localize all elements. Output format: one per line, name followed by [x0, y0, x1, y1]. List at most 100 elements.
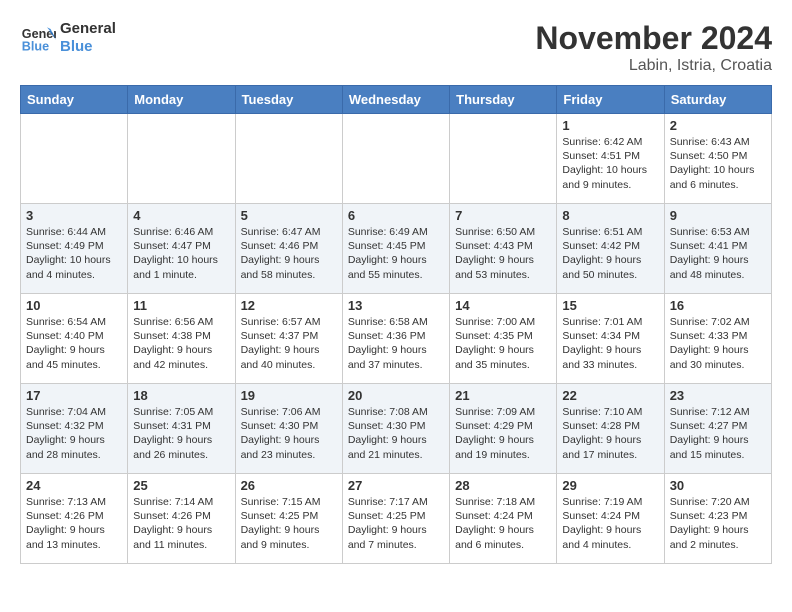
day-number: 13 — [348, 298, 444, 313]
day-number: 27 — [348, 478, 444, 493]
day-number: 23 — [670, 388, 766, 403]
month-title: November 2024 — [535, 20, 772, 57]
calendar-cell: 23 Sunrise: 7:12 AM Sunset: 4:27 PM Dayli… — [664, 384, 771, 474]
day-info: Sunrise: 7:05 AM Sunset: 4:31 PM Dayligh… — [133, 405, 229, 462]
day-number: 21 — [455, 388, 551, 403]
day-number: 3 — [26, 208, 122, 223]
day-info: Sunrise: 6:42 AM Sunset: 4:51 PM Dayligh… — [562, 135, 658, 192]
day-number: 12 — [241, 298, 337, 313]
day-number: 19 — [241, 388, 337, 403]
calendar-cell: 20Sunrise: 7:08 AM Sunset: 4:30 PM Dayli… — [342, 384, 449, 474]
day-number: 11 — [133, 298, 229, 313]
weekday-header-thursday: Thursday — [450, 86, 557, 114]
logo-line2: Blue — [60, 38, 116, 56]
day-info: Sunrise: 7:08 AM Sunset: 4:30 PM Dayligh… — [348, 405, 444, 462]
calendar-cell: 24Sunrise: 7:13 AM Sunset: 4:26 PM Dayli… — [21, 474, 128, 564]
calendar-cell — [450, 114, 557, 204]
calendar-week-3: 10 Sunrise: 6:54 AM Sunset: 4:40 PM Dayli… — [21, 294, 772, 384]
calendar-week-1: 1 Sunrise: 6:42 AM Sunset: 4:51 PM Daylig… — [21, 114, 772, 204]
calendar-cell: 13 Sunrise: 6:58 AM Sunset: 4:36 PM Dayli… — [342, 294, 449, 384]
calendar-cell: 17 Sunrise: 7:04 AM Sunset: 4:32 PM Dayli… — [21, 384, 128, 474]
weekday-header-saturday: Saturday — [664, 86, 771, 114]
calendar-cell: 12 Sunrise: 6:57 AM Sunset: 4:37 PM Dayli… — [235, 294, 342, 384]
calendar-cell — [128, 114, 235, 204]
calendar-cell: 4 Sunrise: 6:46 AM Sunset: 4:47 PM Daylig… — [128, 204, 235, 294]
calendar-cell: 29 Sunrise: 7:19 AM Sunset: 4:24 PM Dayli… — [557, 474, 664, 564]
day-info: Sunrise: 7:15 AM Sunset: 4:25 PM Dayligh… — [241, 495, 337, 552]
day-info: Sunrise: 7:14 AM Sunset: 4:26 PM Dayligh… — [133, 495, 229, 552]
calendar-cell: 6Sunrise: 6:49 AM Sunset: 4:45 PM Daylig… — [342, 204, 449, 294]
day-info: Sunrise: 6:44 AM Sunset: 4:49 PM Dayligh… — [26, 225, 122, 282]
calendar-cell: 27 Sunrise: 7:17 AM Sunset: 4:25 PM Dayli… — [342, 474, 449, 564]
day-info: Sunrise: 7:09 AM Sunset: 4:29 PM Dayligh… — [455, 405, 551, 462]
calendar-cell: 3 Sunrise: 6:44 AM Sunset: 4:49 PM Daylig… — [21, 204, 128, 294]
calendar-cell — [342, 114, 449, 204]
day-info: Sunrise: 7:12 AM Sunset: 4:27 PM Dayligh… — [670, 405, 766, 462]
calendar-cell: 11Sunrise: 6:56 AM Sunset: 4:38 PM Dayli… — [128, 294, 235, 384]
day-info: Sunrise: 7:01 AM Sunset: 4:34 PM Dayligh… — [562, 315, 658, 372]
day-number: 15 — [562, 298, 658, 313]
calendar-cell: 9 Sunrise: 6:53 AM Sunset: 4:41 PM Daylig… — [664, 204, 771, 294]
day-info: Sunrise: 6:47 AM Sunset: 4:46 PM Dayligh… — [241, 225, 337, 282]
day-number: 25 — [133, 478, 229, 493]
day-info: Sunrise: 6:57 AM Sunset: 4:37 PM Dayligh… — [241, 315, 337, 372]
day-number: 17 — [26, 388, 122, 403]
day-info: Sunrise: 7:13 AM Sunset: 4:26 PM Dayligh… — [26, 495, 122, 552]
calendar-cell: 15 Sunrise: 7:01 AM Sunset: 4:34 PM Dayli… — [557, 294, 664, 384]
day-number: 18 — [133, 388, 229, 403]
day-info: Sunrise: 6:54 AM Sunset: 4:40 PM Dayligh… — [26, 315, 122, 372]
day-info: Sunrise: 7:04 AM Sunset: 4:32 PM Dayligh… — [26, 405, 122, 462]
logo-line1: General — [60, 20, 116, 38]
calendar-cell: 5 Sunrise: 6:47 AM Sunset: 4:46 PM Daylig… — [235, 204, 342, 294]
logo: General Blue General Blue — [20, 20, 116, 56]
weekday-header-sunday: Sunday — [21, 86, 128, 114]
day-number: 4 — [133, 208, 229, 223]
day-number: 30 — [670, 478, 766, 493]
calendar-cell: 25 Sunrise: 7:14 AM Sunset: 4:26 PM Dayli… — [128, 474, 235, 564]
day-info: Sunrise: 6:46 AM Sunset: 4:47 PM Dayligh… — [133, 225, 229, 282]
day-number: 16 — [670, 298, 766, 313]
day-info: Sunrise: 7:02 AM Sunset: 4:33 PM Dayligh… — [670, 315, 766, 372]
day-info: Sunrise: 6:58 AM Sunset: 4:36 PM Dayligh… — [348, 315, 444, 372]
day-number: 22 — [562, 388, 658, 403]
calendar-cell: 2 Sunrise: 6:43 AM Sunset: 4:50 PM Daylig… — [664, 114, 771, 204]
day-info: Sunrise: 7:18 AM Sunset: 4:24 PM Dayligh… — [455, 495, 551, 552]
calendar-cell: 16 Sunrise: 7:02 AM Sunset: 4:33 PM Dayli… — [664, 294, 771, 384]
day-info: Sunrise: 6:49 AM Sunset: 4:45 PM Dayligh… — [348, 225, 444, 282]
calendar-week-5: 24Sunrise: 7:13 AM Sunset: 4:26 PM Dayli… — [21, 474, 772, 564]
day-info: Sunrise: 7:10 AM Sunset: 4:28 PM Dayligh… — [562, 405, 658, 462]
day-info: Sunrise: 7:20 AM Sunset: 4:23 PM Dayligh… — [670, 495, 766, 552]
day-number: 10 — [26, 298, 122, 313]
calendar-cell: 1 Sunrise: 6:42 AM Sunset: 4:51 PM Daylig… — [557, 114, 664, 204]
day-number: 28 — [455, 478, 551, 493]
day-info: Sunrise: 7:17 AM Sunset: 4:25 PM Dayligh… — [348, 495, 444, 552]
day-number: 29 — [562, 478, 658, 493]
title-block: November 2024 Labin, Istria, Croatia — [535, 20, 772, 75]
day-info: Sunrise: 7:00 AM Sunset: 4:35 PM Dayligh… — [455, 315, 551, 372]
day-info: Sunrise: 6:43 AM Sunset: 4:50 PM Dayligh… — [670, 135, 766, 192]
day-info: Sunrise: 6:53 AM Sunset: 4:41 PM Dayligh… — [670, 225, 766, 282]
weekday-header-wednesday: Wednesday — [342, 86, 449, 114]
day-number: 14 — [455, 298, 551, 313]
calendar-table: SundayMondayTuesdayWednesdayThursdayFrid… — [20, 85, 772, 564]
day-number: 1 — [562, 118, 658, 133]
day-info: Sunrise: 6:50 AM Sunset: 4:43 PM Dayligh… — [455, 225, 551, 282]
day-info: Sunrise: 7:19 AM Sunset: 4:24 PM Dayligh… — [562, 495, 658, 552]
weekday-header-tuesday: Tuesday — [235, 86, 342, 114]
logo-icon: General Blue — [20, 20, 56, 56]
day-number: 2 — [670, 118, 766, 133]
day-number: 26 — [241, 478, 337, 493]
weekday-header-monday: Monday — [128, 86, 235, 114]
day-info: Sunrise: 7:06 AM Sunset: 4:30 PM Dayligh… — [241, 405, 337, 462]
weekday-header-friday: Friday — [557, 86, 664, 114]
day-info: Sunrise: 6:51 AM Sunset: 4:42 PM Dayligh… — [562, 225, 658, 282]
calendar-cell: 10 Sunrise: 6:54 AM Sunset: 4:40 PM Dayli… — [21, 294, 128, 384]
day-number: 5 — [241, 208, 337, 223]
calendar-week-4: 17 Sunrise: 7:04 AM Sunset: 4:32 PM Dayli… — [21, 384, 772, 474]
calendar-cell — [21, 114, 128, 204]
calendar-cell: 28 Sunrise: 7:18 AM Sunset: 4:24 PM Dayli… — [450, 474, 557, 564]
day-number: 9 — [670, 208, 766, 223]
calendar-cell: 26 Sunrise: 7:15 AM Sunset: 4:25 PM Dayli… — [235, 474, 342, 564]
svg-text:Blue: Blue — [22, 40, 49, 54]
calendar-cell: 22 Sunrise: 7:10 AM Sunset: 4:28 PM Dayli… — [557, 384, 664, 474]
